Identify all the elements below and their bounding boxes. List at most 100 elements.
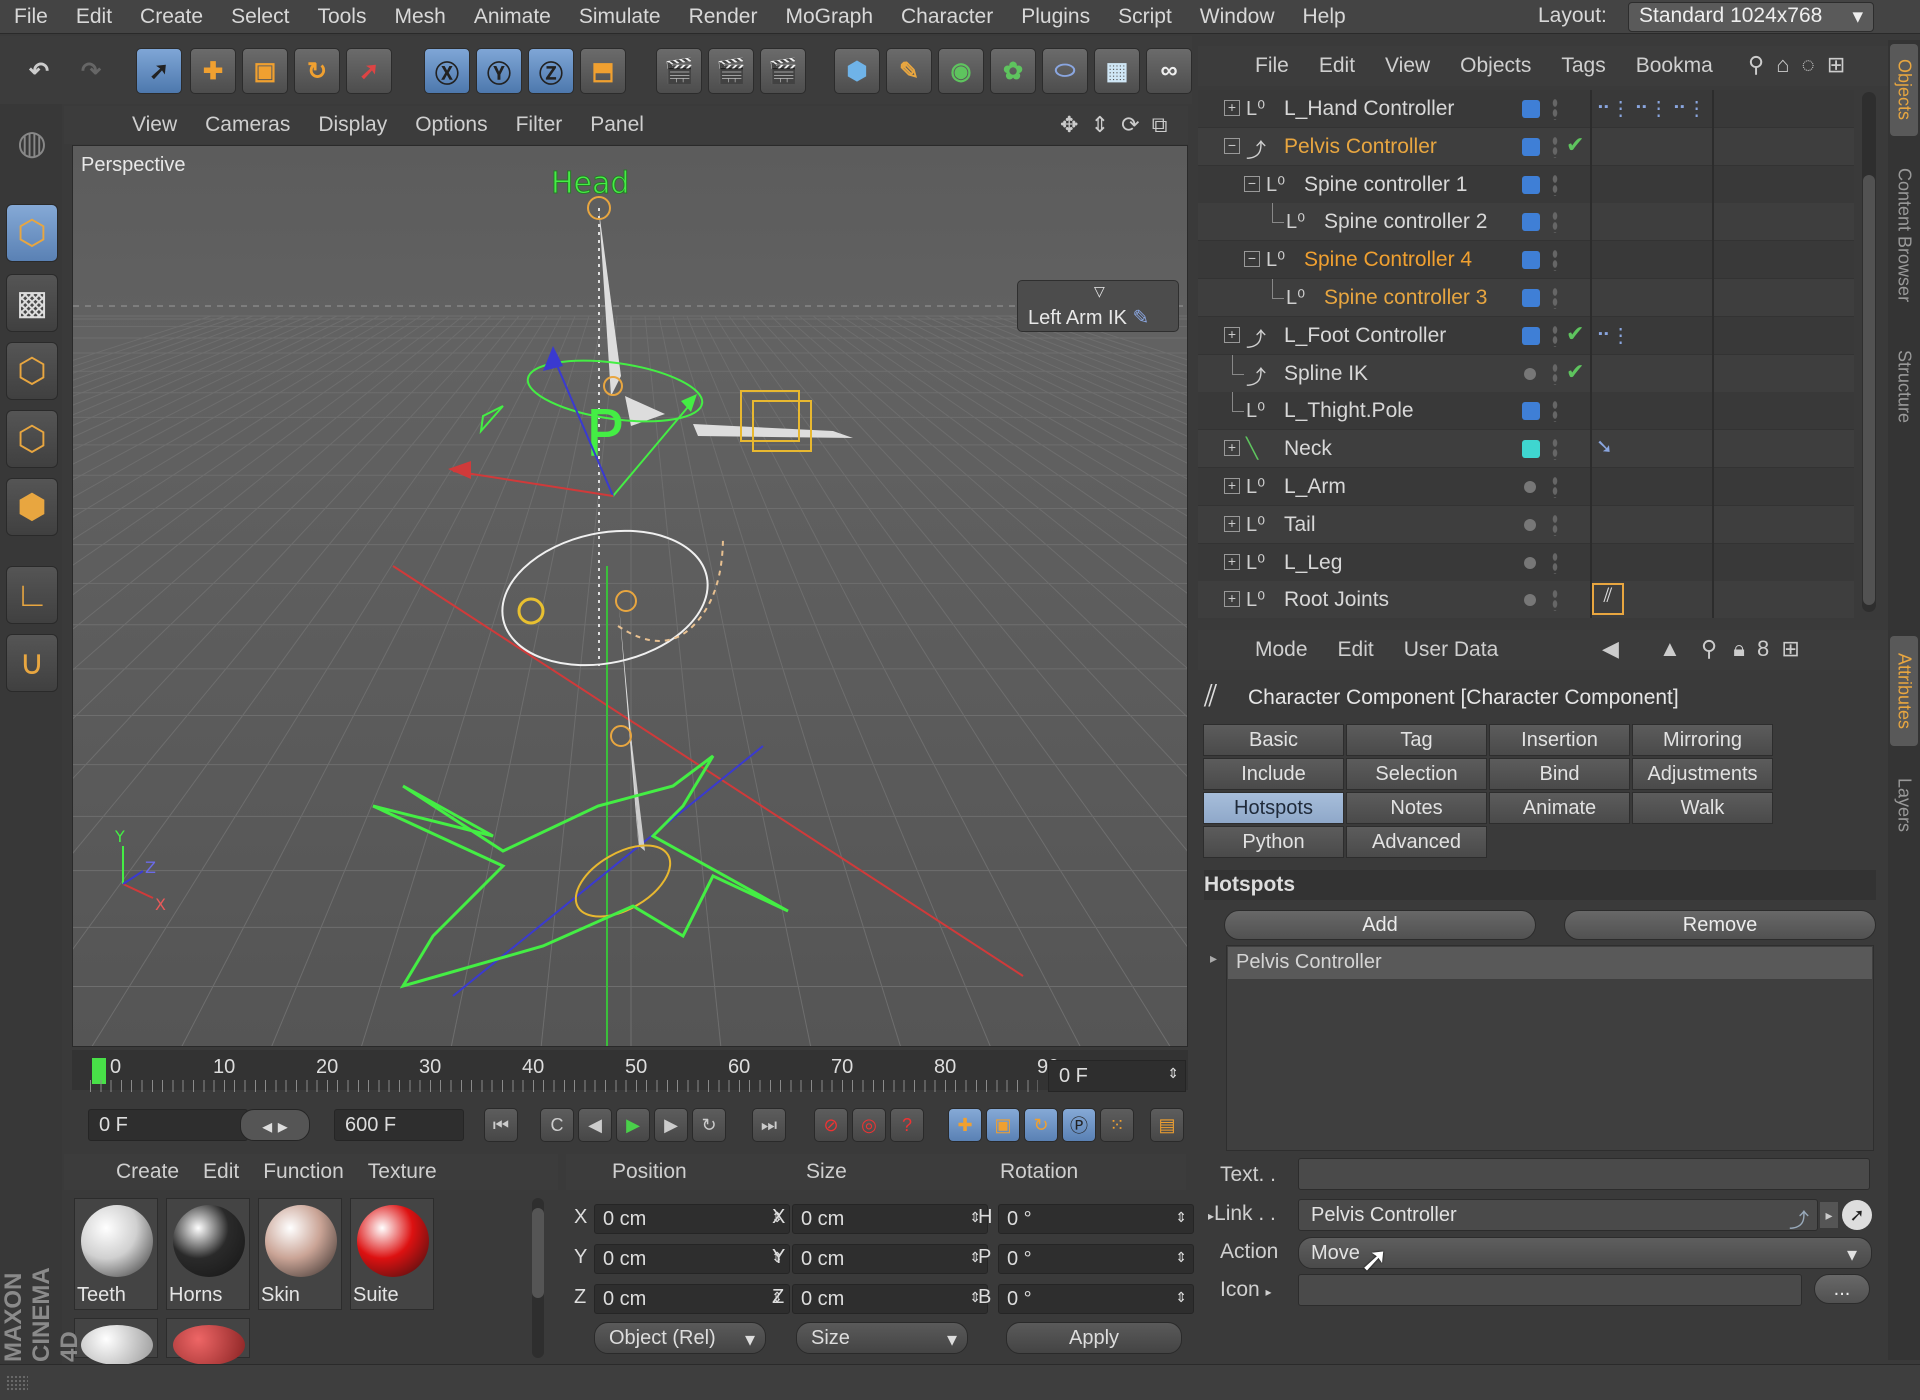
layer-dot[interactable] [1524, 367, 1536, 380]
menu-script[interactable]: Script [1104, 5, 1186, 29]
tab-objects[interactable]: Objects [1890, 44, 1918, 136]
object-menu-objects[interactable]: Objects [1445, 54, 1546, 78]
tab-walk[interactable]: Walk [1632, 792, 1773, 824]
viewport-menu-filter[interactable]: Filter [502, 113, 577, 137]
tab-attributes[interactable]: Attributes [1890, 636, 1918, 746]
expand-icon[interactable]: + [1224, 440, 1240, 457]
coordinate-pos-field[interactable]: 0 cm ⇕ [594, 1284, 790, 1314]
live-selection-button[interactable]: ➚ [136, 48, 182, 94]
axis-mode-button[interactable]: ∟ [6, 566, 58, 624]
visibility-dots[interactable] [1552, 98, 1558, 120]
text-input[interactable] [1298, 1158, 1870, 1190]
object-row[interactable]: − L⁰ Spine controller 1 [1198, 165, 1854, 204]
visibility-dots[interactable] [1552, 513, 1558, 536]
viewport-menu-options[interactable]: Options [401, 113, 501, 137]
render-settings-button[interactable]: 🎬 [760, 48, 806, 94]
array-button[interactable]: ✿ [990, 48, 1036, 94]
coordinate-size-field[interactable]: 0 cm ⇕ [792, 1284, 988, 1314]
tab-content-browser[interactable]: Content Browser [1890, 150, 1918, 320]
material-swatch[interactable]: Horns [166, 1198, 250, 1310]
viewport-menu-view[interactable]: View [118, 113, 191, 137]
menu-animate[interactable]: Animate [460, 5, 565, 29]
maximize-view-icon[interactable]: ⧉ [1152, 112, 1168, 137]
tree-column-divider[interactable] [1590, 90, 1592, 618]
polygons-mode-button[interactable]: ⬢ [6, 478, 58, 536]
layer-color[interactable] [1522, 213, 1540, 232]
material-menu-texture[interactable]: Texture [356, 1160, 449, 1184]
scale-tool-button[interactable]: ▣ [242, 48, 288, 94]
visibility-dots[interactable] [1552, 589, 1558, 612]
cube-button[interactable]: ⬢ [834, 48, 880, 94]
object-row[interactable]: + L⁰ Root Joints ⫽ [1198, 581, 1854, 618]
tab-advanced[interactable]: Advanced [1346, 826, 1487, 858]
model-mode-button[interactable]: ⬡ [6, 204, 58, 262]
coordinate-size-field[interactable]: 0 cm ⇕ [792, 1244, 988, 1274]
object-row[interactable]: L⁰ Spine controller 3 [1198, 279, 1854, 317]
layer-dot[interactable] [1524, 518, 1536, 531]
material-scrollbar[interactable] [532, 1198, 544, 1358]
new-panel-icon[interactable]: ⊞ [1827, 52, 1845, 77]
prev-key-button[interactable]: C [540, 1108, 574, 1142]
collapse-icon[interactable]: − [1244, 251, 1260, 268]
object-row[interactable]: + L⁰ L_Arm [1198, 468, 1854, 506]
viewport-menu-display[interactable]: Display [304, 113, 401, 137]
object-row[interactable]: + ⤴ L_Foot Controller ✔ ⠒⋮ [1198, 316, 1854, 355]
go-to-start-button[interactable]: ⏮ [484, 1108, 518, 1142]
material-menu-function[interactable]: Function [251, 1160, 356, 1184]
link-icon[interactable]: 8 [1757, 636, 1769, 661]
scheme-button[interactable]: ▤ [1150, 1108, 1184, 1142]
search-icon[interactable]: ⚲ [1701, 636, 1717, 661]
constraint-tag-icon[interactable]: ➘ [1596, 434, 1613, 459]
object-menu-view[interactable]: View [1370, 54, 1445, 78]
layout-select[interactable]: Standard 1024x768 ▾ [1628, 2, 1874, 32]
texture-mode-button[interactable]: ▩ [6, 274, 58, 332]
material-swatch[interactable] [166, 1318, 250, 1365]
object-menu-bookma[interactable]: Bookma [1621, 54, 1728, 78]
link-field[interactable]: Pelvis Controller ⤴ [1298, 1199, 1818, 1232]
material-swatch[interactable]: Teeth [74, 1198, 158, 1310]
tab-python[interactable]: Python [1203, 826, 1344, 858]
record-position-button[interactable]: ✚ [948, 1108, 982, 1142]
orbit-icon[interactable]: ⟳ [1121, 112, 1139, 137]
remove-hotspot-button[interactable]: Remove [1564, 910, 1876, 940]
layer-dot[interactable] [1524, 594, 1536, 607]
visibility-dots[interactable] [1552, 551, 1558, 574]
material-swatch[interactable]: Suite [350, 1198, 434, 1310]
tab-hotspots[interactable]: Hotspots [1203, 792, 1344, 824]
render-view-button[interactable]: 🎬 [656, 48, 702, 94]
layer-color[interactable] [1522, 440, 1540, 459]
layer-dot[interactable] [1524, 481, 1536, 493]
redo-button[interactable]: ↷ [68, 48, 114, 94]
expand-icon[interactable]: + [1224, 100, 1240, 116]
back-arrow-icon[interactable]: ◀ [1602, 636, 1619, 661]
menu-render[interactable]: Render [675, 5, 772, 29]
object-row[interactable]: + L⁰ L_Leg [1198, 543, 1854, 582]
record-parameter-button[interactable]: Ⓟ [1062, 1108, 1096, 1142]
spline-button[interactable]: ✎ [886, 48, 932, 94]
tags-column-divider[interactable] [1712, 90, 1714, 618]
next-frame-button[interactable]: ▶ [654, 1108, 688, 1142]
material-swatch[interactable] [74, 1318, 158, 1365]
end-frame-field[interactable]: 600 F [334, 1109, 464, 1141]
pick-object-button[interactable]: ➚ [1842, 1200, 1872, 1230]
floor-button[interactable]: ▦ [1094, 48, 1140, 94]
menu-simulate[interactable]: Simulate [565, 5, 675, 29]
search-icon[interactable]: ⚲ [1748, 52, 1764, 77]
prev-frame-button[interactable]: ◀ [578, 1108, 612, 1142]
snapping-button[interactable]: ∪ [6, 634, 58, 692]
expand-triangle-icon[interactable]: ▸ [1210, 950, 1217, 967]
dolly-icon[interactable]: ⇕ [1091, 112, 1109, 137]
y-axis-lock-button[interactable]: Ⓨ [476, 48, 522, 94]
record-rotation-button[interactable]: ↻ [1024, 1108, 1058, 1142]
apply-button[interactable]: Apply [1006, 1322, 1182, 1354]
menu-mesh[interactable]: Mesh [380, 5, 459, 29]
expand-icon[interactable]: + [1224, 515, 1240, 532]
render-picture-viewer-button[interactable]: 🎬 [708, 48, 754, 94]
expand-icon[interactable]: + [1224, 478, 1240, 494]
attribute-menu-user-data[interactable]: User Data [1389, 638, 1514, 662]
object-row[interactable]: L⁰ Spine controller 2 [1198, 203, 1854, 242]
object-row[interactable]: + ╲ Neck ➘ [1198, 430, 1854, 469]
keyframe-selection-button[interactable]: ? [890, 1108, 924, 1142]
coordinate-mode-select[interactable]: Object (Rel) ▾ [594, 1322, 766, 1354]
layer-color[interactable] [1522, 137, 1540, 156]
